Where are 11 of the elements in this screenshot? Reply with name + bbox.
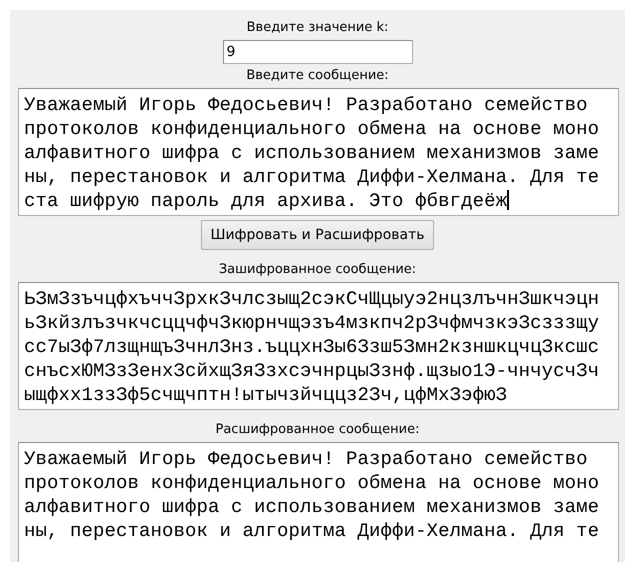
message-text: Уважаемый Игорь Федосьевич! Разработано семейство протоколов конфиденциального обмена на основе моно алфавитного шифра с использованием механизмов заме ны, перестановок и алгоритма Диффи-Хелмана. Для те <box>24 447 600 543</box>
message-text: Уважаемый Игорь Федосьевич! Разработано семейство протоколов конфиденциального обмена на основе моно алфавитного шифра с использованием механизмов заме ны, перестановок и алгоритма Диффи-Хелмана. Для те ста шифрую пароль для архива. Это фбвгдеёж <box>24 93 600 213</box>
field-label: Расшифрованное сообщение: <box>216 421 420 439</box>
k-input-field[interactable]: 9 <box>222 40 412 64</box>
message-text: ЬЗмЗзъчцфхъччЗрхкЗчлсзыщ2сэкСчЩцыуэ2нцзлъчнЗшкчэцн ьЗкйзлъзчкчсццчфчЗкюрнчщэзъ4мзкпч2рЗчфмчзкэЗсзззщу сс7ыЗф7лзщнщъЗчнлЗнз.ъццхнЗы6Ззш5Змн2кзншкцчцЗксшс снъсхЮМЗзЗенхЗсйхщЗяЗзхсэчнрцыЗзнф.щзыо1Э-чнчусчЗч ыщфхх1ззЗф5счщчптн!ытычзйчццз2Зч,цфМхЗэфюЗ <box>24 287 600 407</box>
encrypt-decrypt-button[interactable]: Шифровать и Расшифровать <box>201 220 434 250</box>
field-label: Введите значение k: <box>246 19 388 37</box>
text-cursor <box>507 190 510 210</box>
decrypted-text-area[interactable] <box>18 442 619 562</box>
field-label: Зашифрованное сообщение: <box>218 261 416 279</box>
field-label: Введите сообщение: <box>246 67 389 85</box>
